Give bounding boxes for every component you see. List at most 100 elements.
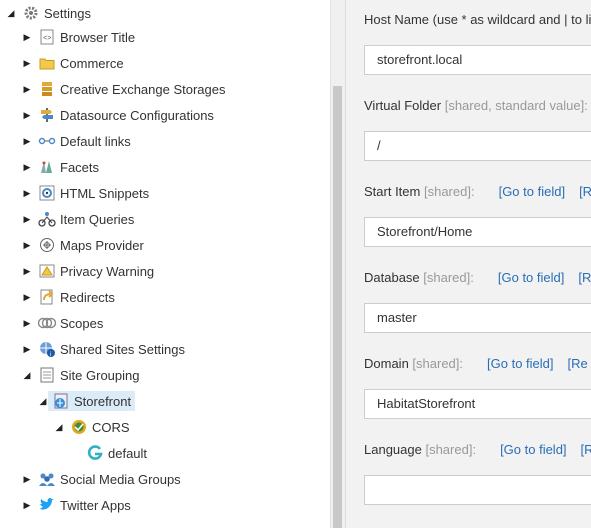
expand-arrow-icon[interactable]: ▶ bbox=[20, 186, 34, 200]
shared-hint: [shared]: bbox=[423, 270, 474, 285]
field-label-text: Host Name (use * as wildcard and | to li… bbox=[364, 12, 591, 27]
field-label: Virtual Folder [shared, standard value]: bbox=[364, 98, 588, 113]
collapse-arrow-icon[interactable]: ◢ bbox=[20, 368, 34, 382]
field-input[interactable]: HabitatStorefront bbox=[364, 389, 591, 419]
tree-node[interactable]: ▶ Commerce bbox=[20, 50, 124, 76]
svg-text:<>: <> bbox=[43, 35, 51, 43]
document-icon bbox=[38, 366, 56, 384]
field-label-text: Virtual Folder bbox=[364, 98, 442, 113]
field-label-text: Database bbox=[364, 270, 420, 285]
tree-node-label: CORS bbox=[92, 419, 130, 435]
expand-arrow-icon[interactable]: ▶ bbox=[20, 290, 34, 304]
tree-node[interactable]: ▶ Privacy Warning bbox=[20, 258, 155, 284]
twitter-icon bbox=[38, 496, 56, 514]
tree-node-label: Storefront bbox=[74, 393, 132, 409]
expand-arrow-icon[interactable]: ▶ bbox=[20, 56, 34, 70]
expand-arrow-icon[interactable]: ▶ bbox=[20, 342, 34, 356]
tree-node[interactable]: ◢ Site Grouping bbox=[20, 362, 140, 388]
g-icon bbox=[86, 444, 104, 462]
tree-node-label: Item Queries bbox=[60, 211, 135, 227]
storage-icon bbox=[38, 80, 56, 98]
gear-icon bbox=[22, 4, 40, 22]
go-to-field-link[interactable]: [Go to field] bbox=[500, 442, 566, 457]
tree-node[interactable]: ▶ Default links bbox=[20, 128, 131, 154]
tree-node-label: Creative Exchange Storages bbox=[60, 81, 226, 97]
facets-icon bbox=[38, 158, 56, 176]
tree-node-label: Redirects bbox=[60, 289, 115, 305]
tree-node-label: Browser Title bbox=[60, 29, 136, 45]
expand-arrow-icon[interactable]: ▶ bbox=[20, 238, 34, 252]
shared-hint: [shared]: bbox=[423, 184, 475, 199]
tree-node-label: Datasource Configurations bbox=[60, 107, 214, 123]
expand-arrow-icon[interactable]: ▶ bbox=[20, 30, 34, 44]
field-label: Language [shared]: [Go to field] [R bbox=[364, 442, 591, 457]
expand-arrow-icon[interactable]: ▶ bbox=[20, 160, 34, 174]
tree-node-label: Privacy Warning bbox=[60, 263, 155, 279]
field-action-link[interactable]: [Re bbox=[568, 356, 588, 371]
tree-node-label: Social Media Groups bbox=[60, 471, 181, 487]
expand-arrow-icon[interactable]: ▶ bbox=[20, 108, 34, 122]
tree-node[interactable]: ▶ Datasource Configurations bbox=[20, 102, 214, 128]
cors-icon bbox=[70, 418, 88, 436]
field-input[interactable]: storefront.local bbox=[364, 45, 591, 75]
field-label-text: Start Item bbox=[364, 184, 421, 199]
signpost-icon bbox=[38, 106, 56, 124]
expand-arrow-icon[interactable]: ▶ bbox=[20, 264, 34, 278]
field-label-text: Domain bbox=[364, 356, 409, 371]
tree-node-label: Facets bbox=[60, 159, 100, 175]
field-label: Domain [shared]: [Go to field] [Re bbox=[364, 356, 588, 371]
expand-arrow-icon[interactable]: ▶ bbox=[20, 316, 34, 330]
go-to-field-link[interactable]: [Go to field] bbox=[498, 270, 564, 285]
go-to-field-link[interactable]: [Go to field] bbox=[487, 356, 553, 371]
expand-arrow-icon[interactable]: ▶ bbox=[20, 498, 34, 512]
expand-arrow-icon[interactable]: ▶ bbox=[20, 212, 34, 226]
field-action-link[interactable]: [R bbox=[579, 184, 591, 199]
field-input[interactable]: / bbox=[364, 131, 591, 161]
scrollbar-thumb[interactable] bbox=[333, 86, 342, 528]
tree-node-cors[interactable]: ◢ CORS bbox=[52, 414, 130, 440]
query-icon bbox=[38, 210, 56, 228]
expand-arrow-icon[interactable]: ▶ bbox=[20, 82, 34, 96]
field-input[interactable] bbox=[364, 475, 591, 505]
tree-node-label: Site Grouping bbox=[60, 367, 140, 383]
field-input[interactable]: master bbox=[364, 303, 591, 333]
tree-node-label: HTML Snippets bbox=[60, 185, 150, 201]
collapse-arrow-icon[interactable]: ◢ bbox=[4, 6, 18, 20]
shared-hint: [shared]: bbox=[412, 356, 464, 371]
tree-node[interactable]: ▶ HTML Snippets bbox=[20, 180, 149, 206]
tree-node[interactable]: ▶ Scopes bbox=[20, 310, 104, 336]
field-action-link[interactable]: [R bbox=[578, 270, 591, 285]
selected-node[interactable]: Storefront bbox=[48, 391, 136, 411]
html-page-icon: <> bbox=[38, 28, 56, 46]
tree-node[interactable]: ▶ i Shared Sites Settings bbox=[20, 336, 186, 362]
tree-node[interactable]: ▶ Social Media Groups bbox=[20, 466, 181, 492]
field-input[interactable]: Storefront/Home bbox=[364, 217, 591, 247]
expand-arrow-icon[interactable]: ▶ bbox=[20, 472, 34, 486]
tree-node[interactable]: ▶ Creative Exchange Storages bbox=[20, 76, 226, 102]
field-label: Database [shared]: [Go to field] [R bbox=[364, 270, 591, 285]
tree-node-label: Shared Sites Settings bbox=[60, 341, 186, 357]
expand-arrow-icon[interactable]: ▶ bbox=[20, 134, 34, 148]
tree-scrollbar[interactable] bbox=[330, 0, 345, 528]
scopes-icon bbox=[38, 314, 56, 332]
site-icon bbox=[52, 392, 70, 410]
content-tree: ◢ Settings ▶ <> Browser Title ▶ Commerce ▶ Cre… bbox=[0, 0, 330, 528]
field-label: Start Item [shared]: [Go to field] [R bbox=[364, 184, 591, 199]
tree-node-label: Maps Provider bbox=[60, 237, 144, 253]
tree-node-settings[interactable]: ◢ Settings bbox=[4, 0, 91, 26]
tree-node[interactable]: ▶ Maps Provider bbox=[20, 232, 144, 258]
field-action-link[interactable]: [R bbox=[581, 442, 591, 457]
collapse-arrow-icon[interactable]: ◢ bbox=[52, 420, 66, 434]
tree-node-label: Scopes bbox=[60, 315, 104, 331]
tree-node[interactable]: ▶ Redirects bbox=[20, 284, 115, 310]
tree-node-label: Default links bbox=[60, 133, 131, 149]
tree-node[interactable]: ▶ Twitter Apps bbox=[20, 492, 131, 518]
tree-node-storefront[interactable]: ◢ Storefront bbox=[36, 388, 136, 414]
tree-node[interactable]: ▶ Item Queries bbox=[20, 206, 134, 232]
tree-node[interactable]: ▶ Facets bbox=[20, 154, 99, 180]
tree-node-default[interactable]: default bbox=[82, 440, 147, 466]
go-to-field-link[interactable]: [Go to field] bbox=[499, 184, 565, 199]
tree-node[interactable]: ▶ <> Browser Title bbox=[20, 24, 135, 50]
redirect-icon bbox=[38, 288, 56, 306]
map-icon bbox=[38, 236, 56, 254]
